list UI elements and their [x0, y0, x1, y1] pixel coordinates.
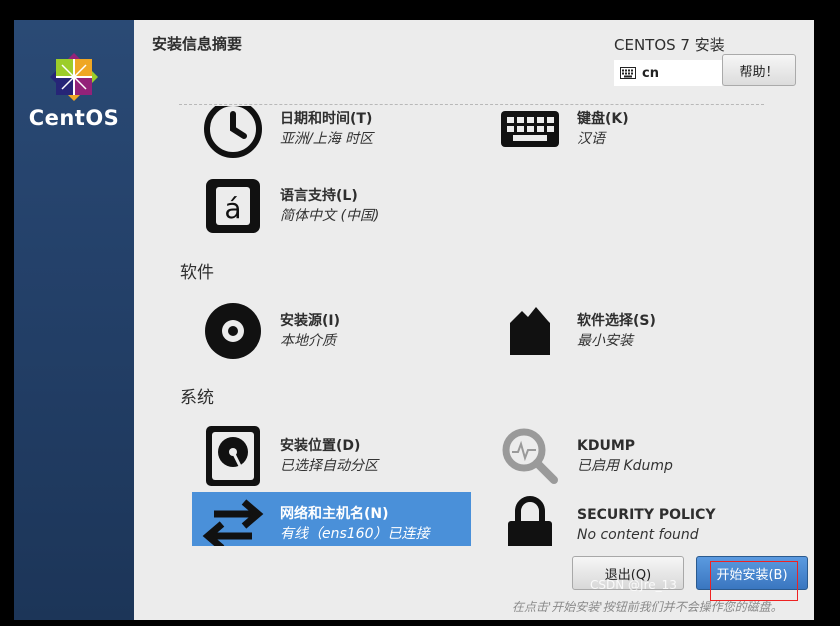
keyboard-layout-label: cn — [642, 65, 659, 81]
spoke-destination[interactable]: 安装位置(D) 已选择自动分区 — [200, 423, 378, 489]
spoke-scroll-area[interactable]: 日期和时间(T) 亚洲/上海 时区 键盘(K) 汉语 á 语言支持(L) 简体中… — [134, 106, 814, 546]
keyboard-spoke-icon — [497, 106, 563, 162]
highlight-box — [710, 561, 798, 601]
spoke-network-title: 网络和主机名(N) — [280, 505, 389, 522]
spoke-kdump-title: KDUMP — [577, 437, 636, 454]
product-title: CENTOS 7 安装 — [614, 36, 725, 54]
logo-text: CentOS — [28, 106, 120, 130]
spoke-keyboard-status: 汉语 — [577, 130, 605, 147]
spoke-network-status: 有线（ens160）已连接 — [280, 525, 430, 542]
clock-icon — [200, 106, 266, 162]
spoke-security-title: SECURITY POLICY — [577, 506, 716, 523]
spoke-language[interactable]: á 语言支持(L) 简体中文 (中国) — [200, 173, 379, 239]
spoke-language-title: 语言支持(L) — [280, 187, 358, 204]
spoke-source[interactable]: 安装源(I) 本地介质 — [200, 298, 340, 364]
spoke-source-status: 本地介质 — [280, 332, 336, 349]
svg-text:á: á — [224, 192, 241, 225]
keyboard-icon — [620, 67, 636, 79]
spoke-source-title: 安装源(I) — [280, 312, 341, 329]
keyboard-layout-indicator[interactable]: cn — [614, 60, 722, 86]
main-panel: 安装信息摘要 CENTOS 7 安装 cn 帮助！ 日期和时间(T) 亚洲/上海… — [134, 20, 814, 620]
spoke-security-status: No content found — [577, 526, 699, 543]
spoke-keyboard[interactable]: 键盘(K) 汉语 — [497, 106, 629, 162]
harddisk-icon — [200, 423, 266, 489]
spoke-destination-status: 已选择自动分区 — [280, 457, 378, 474]
help-button[interactable]: 帮助！ — [722, 54, 796, 86]
spoke-keyboard-title: 键盘(K) — [577, 110, 629, 127]
watermark: CSDN @Jre_13 — [590, 578, 677, 592]
spoke-software-selection[interactable]: 软件选择(S) 最小安装 — [497, 298, 656, 364]
package-icon — [497, 298, 563, 364]
centos-logo-icon — [50, 53, 98, 101]
spoke-security[interactable]: SECURITY POLICY No content found — [497, 492, 716, 546]
magnifier-icon — [497, 423, 563, 489]
spoke-kdump[interactable]: KDUMP 已启用 Kdump — [497, 423, 673, 489]
sidebar: CentOS — [14, 20, 134, 620]
network-arrows-icon — [200, 491, 266, 546]
disc-icon — [200, 298, 266, 364]
spoke-datetime-title: 日期和时间(T) — [280, 110, 373, 127]
spoke-destination-title: 安装位置(D) — [280, 437, 361, 454]
spoke-network[interactable]: 网络和主机名(N) 有线（ens160）已连接 — [192, 492, 471, 546]
section-software: 软件 — [180, 263, 214, 283]
spoke-datetime-status: 亚洲/上海 时区 — [280, 130, 374, 147]
language-icon: á — [200, 173, 266, 239]
spoke-software-title: 软件选择(S) — [577, 312, 656, 329]
spoke-software-status: 最小安装 — [577, 332, 633, 349]
page-title: 安装信息摘要 — [152, 35, 243, 53]
divider — [179, 104, 764, 105]
spoke-kdump-status: 已启用 Kdump — [577, 457, 673, 474]
installer-window: CentOS 安装信息摘要 CENTOS 7 安装 cn 帮助！ 日期和时间(T… — [14, 20, 814, 620]
spoke-datetime[interactable]: 日期和时间(T) 亚洲/上海 时区 — [200, 106, 373, 162]
lock-icon — [497, 492, 563, 546]
footer-note: 在点击'开始安装'按钮前我们并不会操作您的磁盘。 — [512, 600, 783, 614]
section-system: 系统 — [180, 388, 214, 408]
spoke-language-status: 简体中文 (中国) — [280, 207, 380, 224]
